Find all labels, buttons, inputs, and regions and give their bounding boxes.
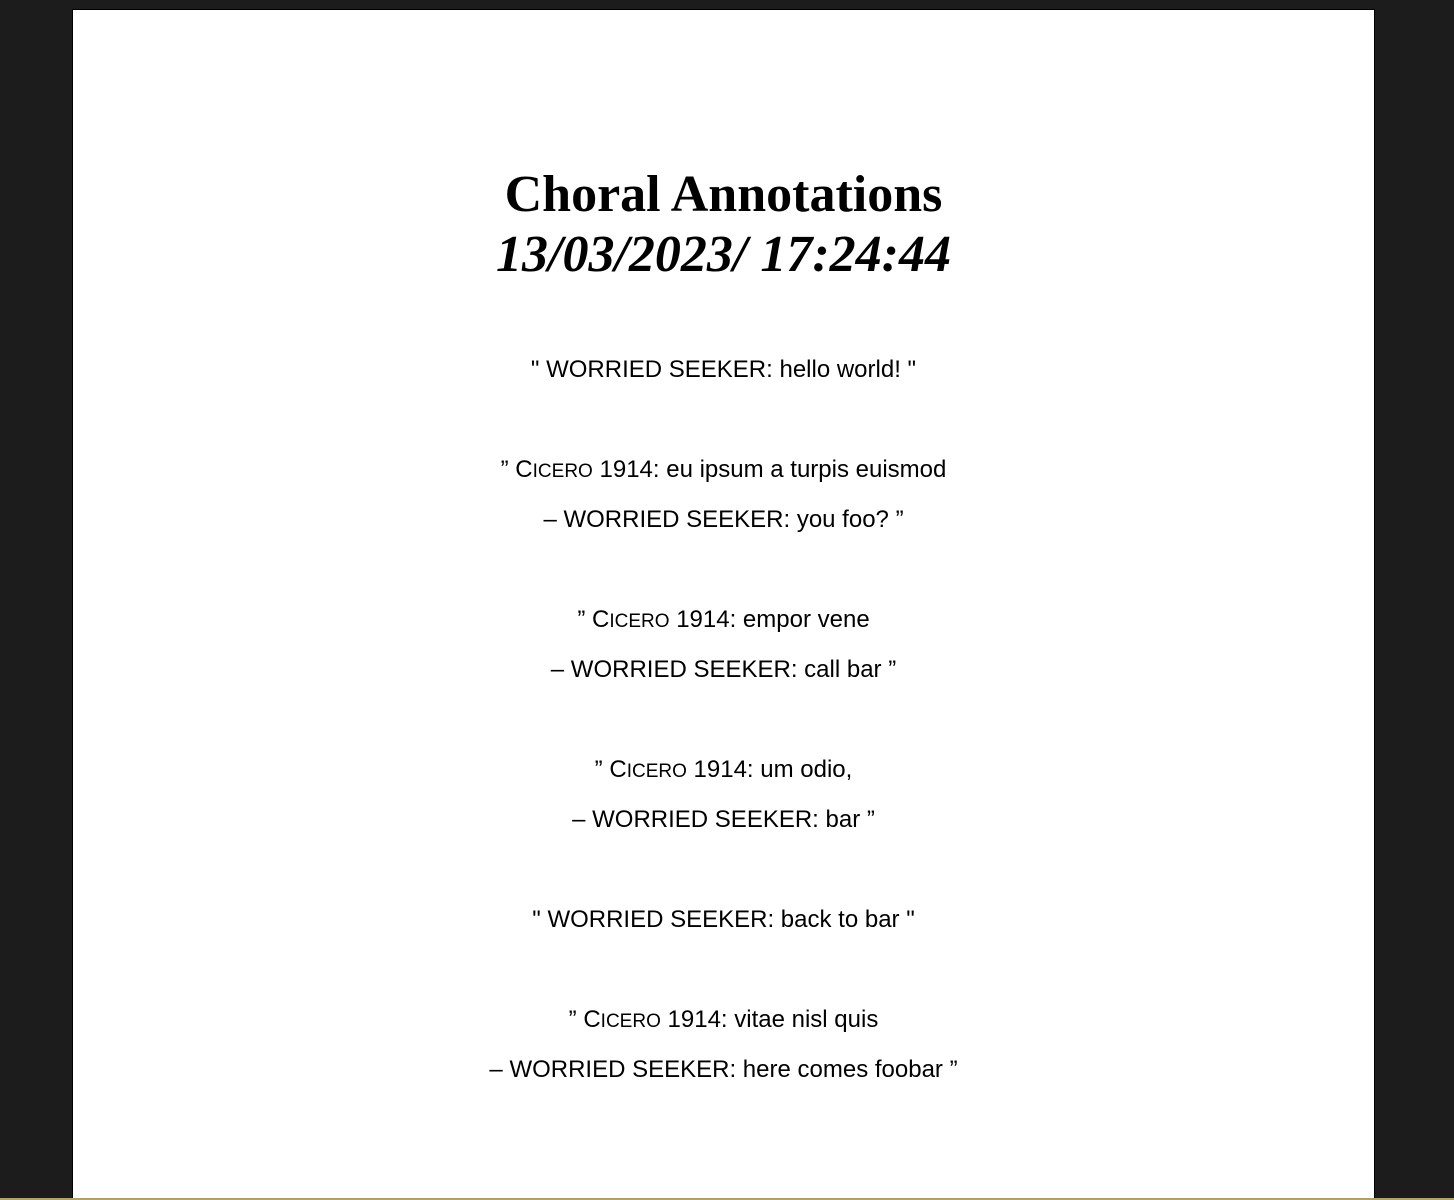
document-viewer: Choral Annotations 13/03/2023/ 17:24:44 … [0, 0, 1454, 1200]
speaker-name: C [515, 456, 533, 483]
annotation-line: " WORRIED SEEKER: hello world! " [530, 356, 917, 383]
document-page: Choral Annotations 13/03/2023/ 17:24:44 … [72, 9, 1375, 1200]
annotation-line: – WORRIED SEEKER: you foo? ” [543, 506, 904, 533]
annotation-line: ” CICERO 1914: um odio, [594, 756, 853, 783]
annotation-line: " WORRIED SEEKER: back to bar " [532, 906, 915, 933]
annotation-line: ” CICERO 1914: empor vene [577, 606, 870, 633]
document-datetime: 13/03/2023/ 17:24:44 [496, 226, 951, 283]
annotation-line: ” CICERO 1914: vitae nisl quis [568, 1006, 879, 1033]
speaker-name: C [583, 1006, 601, 1033]
speaker-name: C [592, 606, 610, 633]
annotation-line: – WORRIED SEEKER: bar ” [572, 806, 875, 833]
annotation-line: – WORRIED SEEKER: here comes foobar ” [489, 1056, 958, 1083]
document-title: Choral Annotations [504, 166, 943, 223]
annotation-line: ” CICERO 1914: eu ipsum a turpis euismod [500, 456, 947, 483]
speaker-name: C [609, 756, 627, 783]
annotation-line: – WORRIED SEEKER: call bar ” [550, 656, 897, 683]
